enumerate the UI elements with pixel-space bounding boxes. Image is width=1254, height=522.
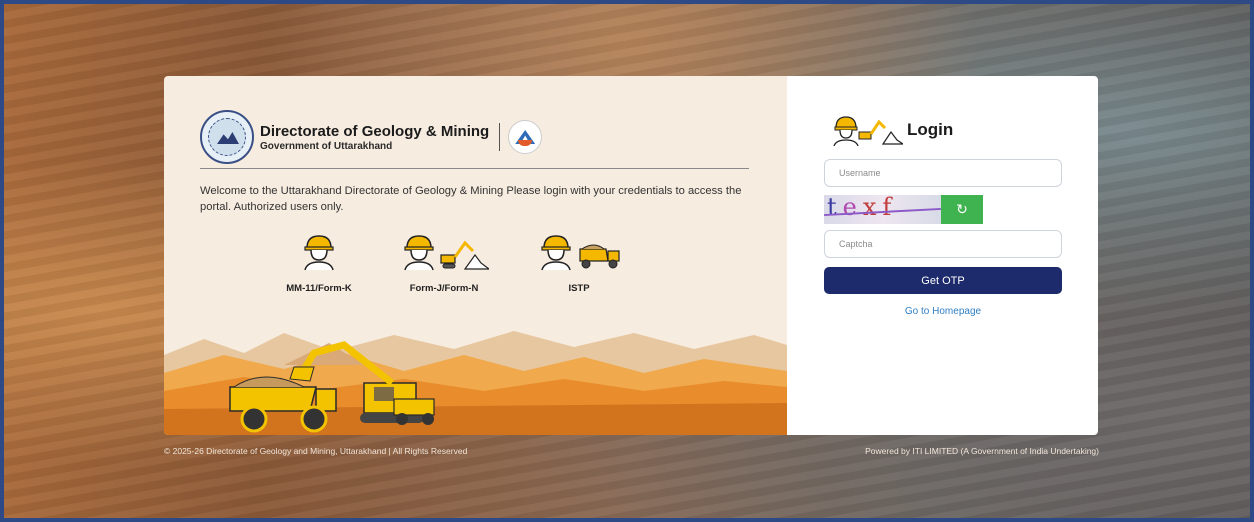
- role-istp[interactable]: ISTP: [529, 231, 629, 294]
- homepage-link[interactable]: Go to Homepage: [824, 306, 1062, 317]
- captcha-image: texf: [824, 195, 941, 224]
- uttarakhand-logo: [508, 120, 543, 154]
- captcha-input[interactable]: [824, 230, 1062, 258]
- get-otp-button[interactable]: Get OTP: [824, 267, 1062, 294]
- login-panel: Login texf ↻ Get OTP Go to Homepage: [787, 76, 1098, 435]
- captcha-row: texf ↻: [824, 195, 983, 224]
- role-mm11-formk[interactable]: MM-11/Form-K: [274, 231, 364, 294]
- brand-title: Directorate of Geology & Mining: [260, 122, 490, 140]
- worker-excavator-icon: [833, 116, 903, 146]
- worker-icon: [304, 235, 334, 271]
- dump-truck-icon: [579, 244, 620, 269]
- copyright-text: © 2025-26 Directorate of Geology and Min…: [164, 446, 468, 456]
- brand-separator: [499, 123, 501, 151]
- department-seal-logo: [200, 110, 254, 164]
- login-title: Login: [907, 120, 954, 139]
- captcha-refresh-button[interactable]: ↻: [941, 195, 983, 224]
- role-label: ISTP: [568, 283, 590, 294]
- captcha-text: texf: [827, 195, 898, 221]
- role-formj-formn[interactable]: Form-J/Form-N: [389, 231, 499, 294]
- brand-subtitle: Government of Uttarakhand: [260, 140, 393, 152]
- info-panel: Directorate of Geology & Mining Governme…: [164, 76, 787, 435]
- username-input[interactable]: [824, 159, 1062, 187]
- role-label: MM-11/Form-K: [286, 283, 352, 294]
- worker-icon: [404, 235, 434, 271]
- brand-header: Directorate of Geology & Mining Governme…: [200, 110, 543, 164]
- welcome-text: Welcome to the Uttarakhand Directorate o…: [200, 185, 742, 213]
- powered-by-text: Powered by ITI LIMITED (A Government of …: [865, 446, 1099, 456]
- header-divider: [200, 168, 749, 169]
- login-header: Login: [833, 114, 953, 146]
- login-card: Directorate of Geology & Mining Governme…: [164, 76, 1098, 435]
- role-label: Form-J/Form-N: [409, 283, 479, 294]
- refresh-icon: ↻: [956, 201, 968, 217]
- worker-icon: [541, 235, 571, 271]
- excavator-icon: [440, 240, 489, 270]
- mining-scene-illustration: [164, 331, 787, 435]
- role-options: MM-11/Form-K Form-J/Form-N ISTP: [274, 231, 674, 301]
